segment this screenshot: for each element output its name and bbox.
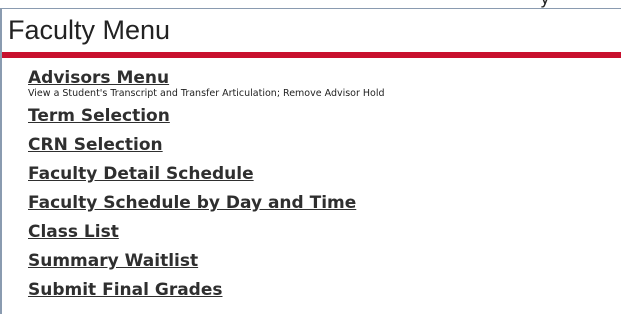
clipped-glyph: y xyxy=(540,0,550,8)
advisors-menu-description: View a Student's Transcript and Transfer… xyxy=(28,88,385,99)
title-divider xyxy=(2,52,621,58)
faculty-schedule-by-day-and-time-link[interactable]: Faculty Schedule by Day and Time xyxy=(28,192,356,214)
class-list-link[interactable]: Class List xyxy=(28,221,119,243)
faculty-menu-list: Advisors Menu View a Student's Transcrip… xyxy=(28,67,618,308)
menu-item-crn-selection: CRN Selection xyxy=(28,134,618,163)
faculty-menu-panel: Faculty Menu Advisors Menu View a Studen… xyxy=(0,8,621,314)
menu-item-term-selection: Term Selection xyxy=(28,105,618,134)
menu-item-class-list: Class List xyxy=(28,221,618,250)
menu-item-submit-final-grades: Submit Final Grades xyxy=(28,279,618,308)
term-selection-link[interactable]: Term Selection xyxy=(28,105,170,127)
menu-item-summary-waitlist: Summary Waitlist xyxy=(28,250,618,279)
summary-waitlist-link[interactable]: Summary Waitlist xyxy=(28,250,198,272)
menu-item-faculty-detail-schedule: Faculty Detail Schedule xyxy=(28,163,618,192)
crn-selection-link[interactable]: CRN Selection xyxy=(28,134,163,156)
submit-final-grades-link[interactable]: Submit Final Grades xyxy=(28,279,223,301)
faculty-detail-schedule-link[interactable]: Faculty Detail Schedule xyxy=(28,163,254,185)
menu-item-advisors: Advisors Menu View a Student's Transcrip… xyxy=(28,67,618,99)
advisors-menu-link[interactable]: Advisors Menu xyxy=(28,67,169,89)
menu-item-faculty-schedule-day-time: Faculty Schedule by Day and Time xyxy=(28,192,618,221)
clipped-top-text: y xyxy=(0,0,621,8)
page-title: Faculty Menu xyxy=(8,15,171,45)
